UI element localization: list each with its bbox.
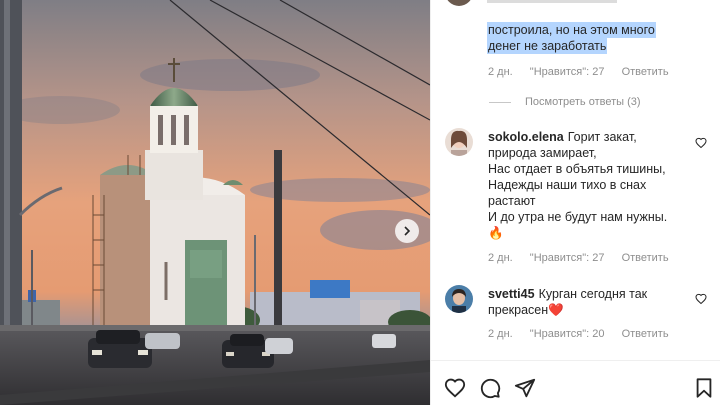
- comment-body: svetti45 Курган сегодня так прекрасен❤️: [488, 286, 708, 318]
- avatar[interactable]: [445, 128, 473, 156]
- sunset-church-photo: [0, 0, 430, 405]
- paper-plane-icon[interactable]: [514, 377, 536, 399]
- comment-icon[interactable]: [479, 377, 501, 399]
- comment-meta: 2 дн. "Нравится": 27 Ответить: [488, 66, 683, 78]
- fire-emoji: 🔥: [488, 226, 504, 240]
- divider: [487, 0, 617, 3]
- comment-text-line: природа замирает,: [488, 146, 597, 160]
- comment-text-line: И до утра не будут нам нужны.: [488, 210, 668, 224]
- comment-age: 2 дн.: [488, 328, 513, 340]
- comment-text-line: Курган сегодня так: [538, 287, 648, 301]
- comment-text-line: растают: [488, 194, 536, 208]
- comment-text-line: Нас отдает в объятья тишины,: [488, 162, 666, 176]
- heart-icon[interactable]: [695, 137, 707, 149]
- comment-body: sokolo.elena Горит закат, природа замирае…: [488, 129, 708, 241]
- comment-text-line: денег не заработать: [487, 38, 608, 54]
- chevron-right-icon: [404, 226, 411, 236]
- reply-button[interactable]: Ответить: [622, 328, 669, 340]
- replies-dash: [489, 101, 511, 103]
- avatar[interactable]: [445, 0, 473, 6]
- reply-button[interactable]: Ответить: [622, 252, 669, 264]
- heart-emoji: ❤️: [548, 303, 564, 317]
- comment-text-line: построила, но на этом много: [487, 22, 656, 38]
- view-replies-button[interactable]: Посмотреть ответы (3): [489, 96, 641, 108]
- comment-likes[interactable]: "Нравится": 27: [530, 66, 605, 78]
- comment-username[interactable]: sokolo.elena: [488, 130, 564, 144]
- action-bar: [431, 360, 720, 406]
- comment-text-line: прекрасен: [488, 303, 549, 317]
- heart-icon[interactable]: [444, 377, 466, 399]
- view-replies-label: Посмотреть ответы (3): [525, 96, 641, 108]
- comment-text-line: Горит закат,: [567, 130, 637, 144]
- comment-likes[interactable]: "Нравится": 27: [530, 252, 605, 264]
- comments-panel: построила, но на этом много денег не зар…: [430, 0, 720, 405]
- avatar[interactable]: [445, 285, 473, 313]
- heart-icon[interactable]: [695, 293, 707, 305]
- bookmark-icon[interactable]: [693, 377, 715, 399]
- comment-username[interactable]: svetti45: [488, 287, 535, 301]
- next-photo-button[interactable]: [395, 219, 419, 243]
- post-photo[interactable]: [0, 0, 430, 405]
- comment-meta: 2 дн. "Нравится": 27 Ответить: [488, 252, 683, 264]
- comment-text-line: Надежды наши тихо в снах: [488, 178, 647, 192]
- comment-meta: 2 дн. "Нравится": 20 Ответить: [488, 328, 683, 340]
- comment-age: 2 дн.: [488, 66, 513, 78]
- comment-age: 2 дн.: [488, 252, 513, 264]
- comment-likes[interactable]: "Нравится": 20: [530, 328, 605, 340]
- reply-button[interactable]: Ответить: [622, 66, 669, 78]
